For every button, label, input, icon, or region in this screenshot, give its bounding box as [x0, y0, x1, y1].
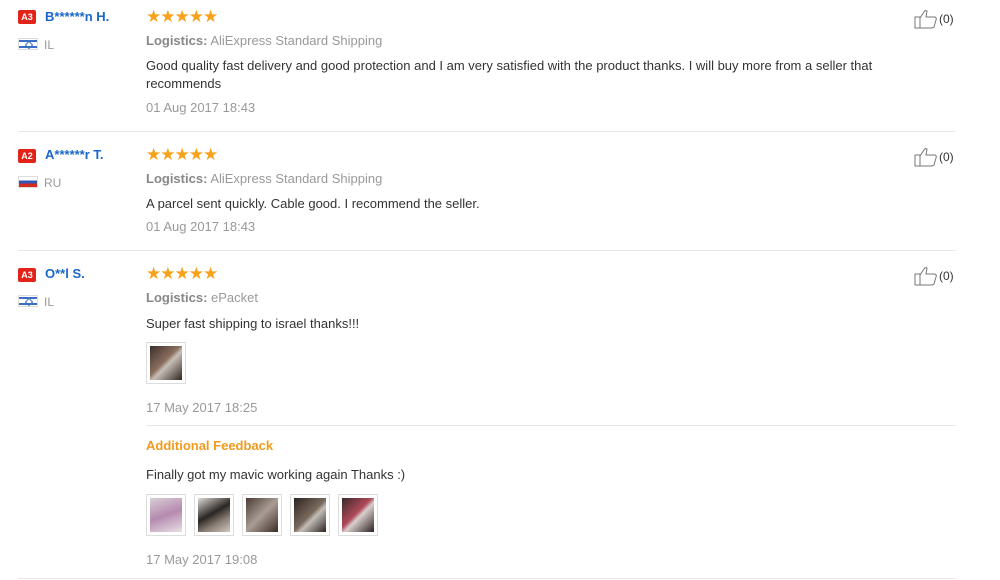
russia-flag-icon: [18, 176, 38, 188]
buyer-name[interactable]: B******n H.: [45, 9, 109, 25]
logistics-value: AliExpress Standard Shipping: [210, 171, 383, 186]
review-photo-thumbnail[interactable]: [194, 494, 234, 536]
review-photo-thumbnail[interactable]: [338, 494, 378, 536]
star-rating: ★★★★★: [146, 264, 218, 283]
logistics-label: Logistics:: [146, 171, 208, 186]
thumbs-up-icon[interactable]: [914, 147, 938, 167]
buyer-country: IL: [44, 295, 55, 309]
review-photo-thumbnail[interactable]: [290, 494, 330, 536]
buyer-name[interactable]: O**l S.: [45, 266, 85, 282]
review-photo-thumbnail[interactable]: [146, 342, 186, 384]
review-text: Super fast shipping to israel thanks!!!: [146, 316, 360, 331]
buyer-level-badge: A3: [18, 268, 36, 282]
review-divider: [18, 250, 956, 251]
thumbs-up-icon[interactable]: [914, 9, 938, 29]
logistics-label: Logistics:: [146, 290, 208, 305]
additional-feedback-title: Additional Feedback: [146, 438, 274, 453]
logistics-label: Logistics:: [146, 33, 208, 48]
israel-flag-icon: [18, 38, 38, 50]
additional-feedback-divider: [146, 425, 956, 426]
logistics-value: ePacket: [211, 290, 259, 305]
israel-flag-icon: [18, 295, 38, 307]
helpful-count: (0): [939, 12, 954, 26]
helpful-count: (0): [939, 150, 954, 164]
buyer-level-badge: A3: [18, 10, 36, 24]
review-divider: [18, 131, 956, 132]
buyer-country: RU: [44, 176, 62, 190]
review-photo-thumbnail[interactable]: [146, 494, 186, 536]
logistics-info: Logistics: ePacket: [146, 290, 258, 306]
review-text: A parcel sent quickly. Cable good. I rec…: [146, 196, 480, 211]
additional-feedback-text: Finally got my mavic working again Thank…: [146, 467, 406, 482]
review-divider: [18, 578, 956, 579]
helpful-count: (0): [939, 269, 954, 283]
thumbs-up-icon[interactable]: [914, 266, 938, 286]
star-rating: ★★★★★: [146, 145, 218, 164]
review-date: 01 Aug 2017 18:43: [146, 219, 256, 234]
review-text: Good quality fast delivery and good prot…: [146, 58, 873, 91]
review-date: 17 May 2017 18:25: [146, 400, 258, 415]
helpful-button[interactable]: (0): [914, 266, 954, 286]
additional-feedback-date: 17 May 2017 19:08: [146, 552, 258, 567]
helpful-button[interactable]: (0): [914, 147, 954, 167]
review-photo-thumbnail[interactable]: [242, 494, 282, 536]
logistics-info: Logistics: AliExpress Standard Shipping: [146, 33, 382, 49]
helpful-button[interactable]: (0): [914, 9, 954, 29]
logistics-info: Logistics: AliExpress Standard Shipping: [146, 171, 382, 187]
logistics-value: AliExpress Standard Shipping: [210, 33, 383, 48]
buyer-country: IL: [44, 38, 55, 52]
buyer-level-badge: A2: [18, 149, 36, 163]
star-rating: ★★★★★: [146, 7, 218, 26]
review-date: 01 Aug 2017 18:43: [146, 100, 256, 115]
buyer-name[interactable]: A******r T.: [45, 147, 104, 163]
